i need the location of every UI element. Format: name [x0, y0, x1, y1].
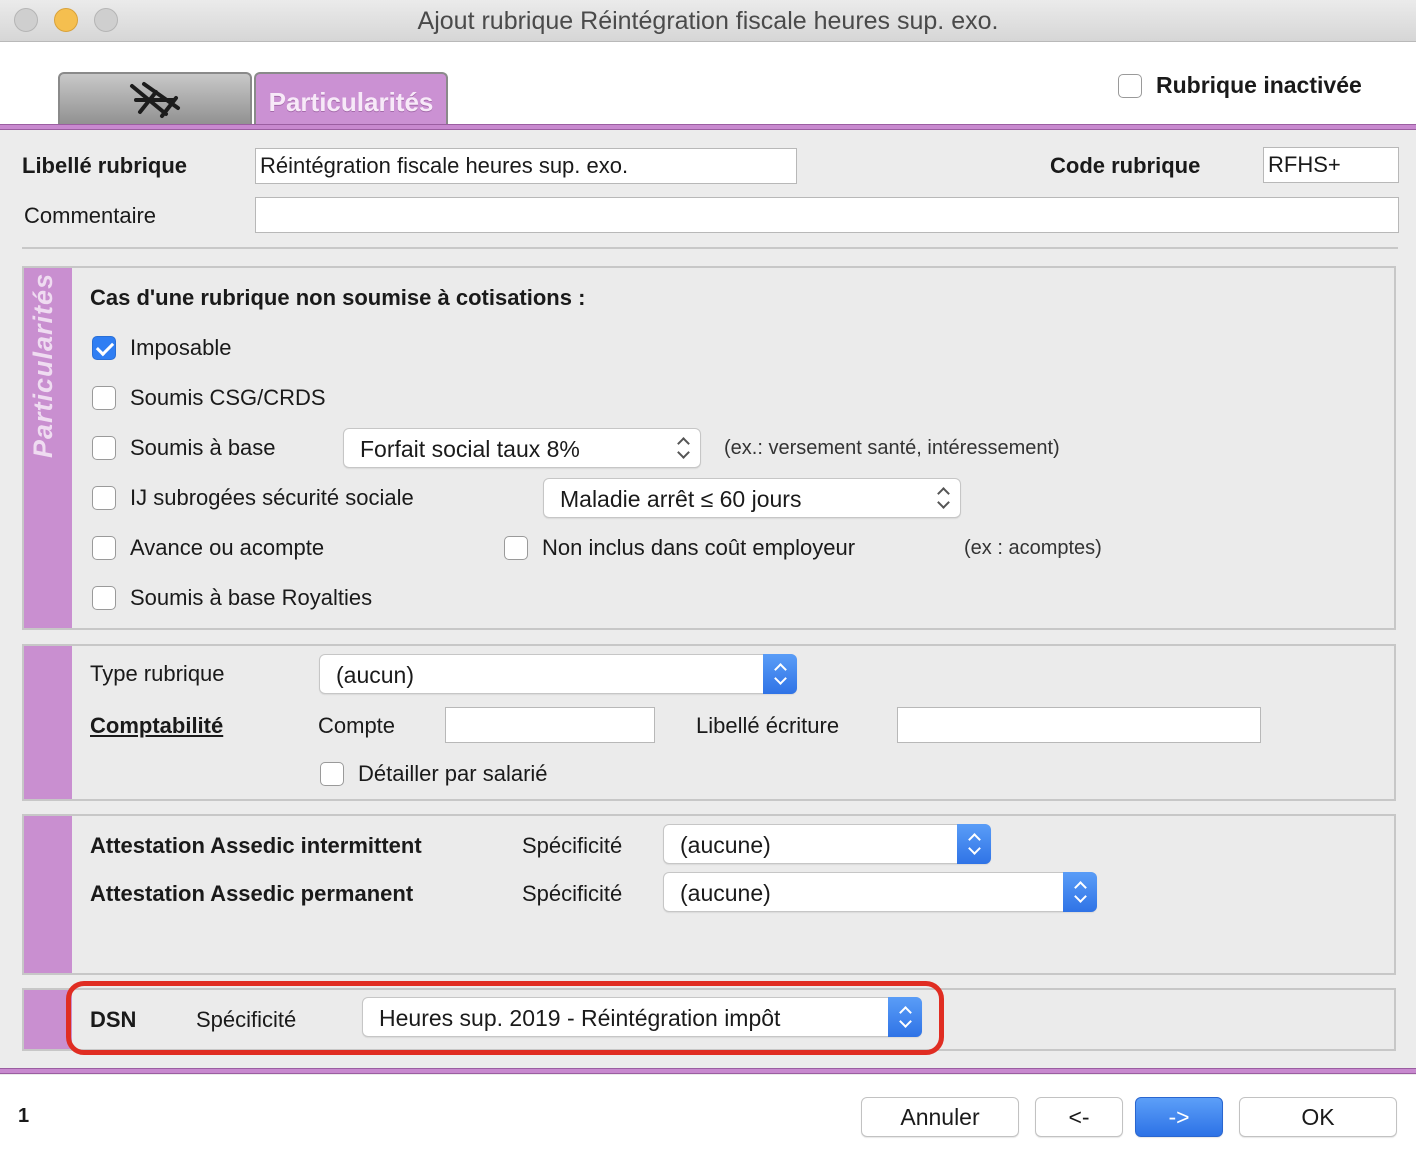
rubrique-inactive-label: Rubrique inactivée	[1156, 72, 1362, 98]
avance-acompte-checkbox[interactable]	[92, 536, 116, 560]
tab-particularites-label: Particularités	[268, 87, 434, 117]
type-rubrique-select[interactable]: (aucun)	[319, 654, 797, 694]
libelle-rubrique-input[interactable]: Réintégration fiscale heures sup. exo.	[255, 148, 797, 184]
rubrique-inactive-checkbox[interactable]	[1118, 74, 1142, 98]
libelle-ecriture-input[interactable]	[897, 707, 1261, 743]
dsn-side-strip	[24, 990, 72, 1049]
assedic-intermittent-specificite-label: Spécificité	[522, 833, 623, 858]
soumis-royalties-checkbox[interactable]	[92, 586, 116, 610]
comptabilite-side-strip	[24, 646, 72, 799]
particularites-side-label: Particularités	[28, 272, 58, 458]
previous-button[interactable]: <-	[1035, 1097, 1123, 1137]
tab-general[interactable]	[58, 72, 252, 126]
imposable-label: Imposable	[130, 335, 232, 360]
code-rubrique-input[interactable]: RFHS+	[1263, 147, 1399, 183]
compte-label: Compte	[318, 713, 396, 738]
select-stepper-icon	[676, 435, 690, 461]
forfait-social-select[interactable]: Forfait social taux 8%	[343, 428, 701, 468]
select-arrows-icon	[763, 654, 797, 694]
tab-particularites[interactable]: Particularités	[254, 72, 448, 126]
non-inclus-hint: (ex : acomptes)	[964, 537, 1102, 559]
assedic-permanent-select[interactable]: (aucune)	[663, 872, 1097, 912]
annuler-button[interactable]: Annuler	[861, 1097, 1019, 1137]
forfait-social-value: Forfait social taux 8%	[360, 436, 580, 462]
commentaire-label: Commentaire	[24, 203, 157, 228]
libelle-rubrique-label: Libellé rubrique	[22, 153, 188, 178]
select-arrows-icon	[1063, 872, 1097, 912]
maladie-arret-value: Maladie arrêt ≤ 60 jours	[560, 486, 802, 512]
top-purple-divider	[0, 124, 1416, 130]
deckchair-icon	[130, 82, 180, 118]
particularites-heading: Cas d'une rubrique non soumise à cotisat…	[90, 285, 586, 310]
assedic-intermittent-select[interactable]: (aucune)	[663, 824, 991, 864]
comptabilite-section-title[interactable]: Comptabilité	[90, 713, 223, 739]
commentaire-input[interactable]	[255, 197, 1399, 233]
assedic-intermittent-label: Attestation Assedic intermittent	[90, 833, 422, 858]
avance-acompte-label: Avance ou acompte	[130, 535, 325, 560]
assedic-permanent-specificite-label: Spécificité	[522, 881, 623, 906]
non-inclus-checkbox[interactable]	[504, 536, 528, 560]
ok-button[interactable]: OK	[1239, 1097, 1397, 1137]
detailler-salarie-label: Détailler par salarié	[358, 761, 548, 786]
next-button[interactable]: ->	[1135, 1097, 1223, 1137]
dsn-highlight-annotation	[66, 981, 944, 1055]
particularites-side-strip: Particularités	[24, 268, 72, 628]
window-title: Ajout rubrique Réintégration fiscale heu…	[417, 7, 999, 35]
select-stepper-icon	[936, 485, 950, 511]
form-divider	[22, 247, 1398, 249]
maladie-arret-select[interactable]: Maladie arrêt ≤ 60 jours	[543, 478, 961, 518]
title-bar: Ajout rubrique Réintégration fiscale heu…	[0, 0, 1416, 42]
assedic-permanent-label: Attestation Assedic permanent	[90, 881, 414, 906]
imposable-checkbox[interactable]	[92, 336, 116, 360]
bottom-purple-divider	[0, 1068, 1416, 1074]
libelle-ecriture-label: Libellé écriture	[696, 713, 840, 738]
page-number: 1	[18, 1105, 30, 1127]
ij-subrogees-label: IJ subrogées sécurité sociale	[130, 485, 414, 510]
type-rubrique-label: Type rubrique	[90, 661, 225, 686]
soumis-base-label: Soumis à base	[130, 435, 276, 460]
select-arrows-icon	[957, 824, 991, 864]
compte-input[interactable]	[445, 707, 655, 743]
non-inclus-label: Non inclus dans coût employeur	[542, 535, 856, 560]
assedic-permanent-value: (aucune)	[680, 880, 771, 906]
type-rubrique-value: (aucun)	[336, 662, 414, 688]
soumis-base-hint: (ex.: versement santé, intéressement)	[724, 437, 1060, 459]
detailler-salarie-checkbox[interactable]	[320, 762, 344, 786]
soumis-csg-label: Soumis CSG/CRDS	[130, 385, 326, 410]
assedic-side-strip	[24, 816, 72, 973]
soumis-csg-checkbox[interactable]	[92, 386, 116, 410]
assedic-intermittent-value: (aucune)	[680, 832, 771, 858]
ij-subrogees-checkbox[interactable]	[92, 486, 116, 510]
soumis-base-checkbox[interactable]	[92, 436, 116, 460]
code-rubrique-label: Code rubrique	[1050, 153, 1201, 178]
soumis-royalties-label: Soumis à base Royalties	[130, 585, 373, 610]
